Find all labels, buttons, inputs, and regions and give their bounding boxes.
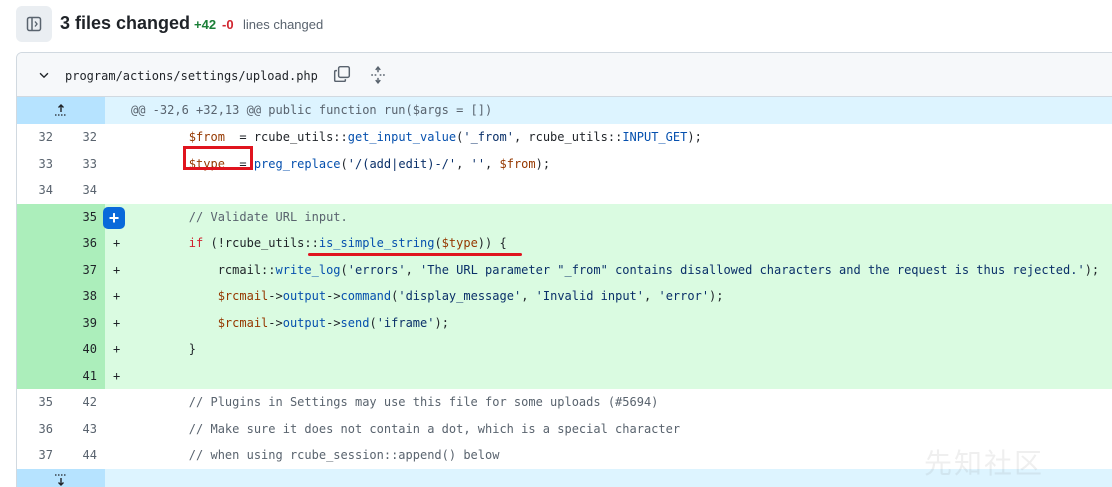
diff-toolbar: 3 files changed +42 -0 lines changed <box>0 0 1112 48</box>
line-number-old[interactable] <box>17 204 61 231</box>
copy-icon[interactable] <box>333 65 351 83</box>
file-path[interactable]: program/actions/settings/upload.php <box>65 69 318 83</box>
line-number-new[interactable]: 36 <box>61 230 105 257</box>
code-line: // Make sure it does not contain a dot, … <box>188 421 681 436</box>
expand-down-icon <box>55 473 67 486</box>
line-number-new[interactable]: 33 <box>61 151 105 178</box>
code-line: rcmail::write_log('errors', 'The URL par… <box>131 262 1100 277</box>
line-number-new[interactable]: 37 <box>61 257 105 284</box>
expand-up-button[interactable] <box>17 97 105 124</box>
line-number-new[interactable]: 35 <box>61 204 105 231</box>
line-number-new[interactable]: 43 <box>61 416 105 443</box>
line-number-old[interactable]: 32 <box>17 124 61 151</box>
line-number-old[interactable] <box>17 257 61 284</box>
line-number-old[interactable] <box>17 363 61 390</box>
diff-line-added[interactable]: 35 + // Validate URL input. <box>17 203 1112 231</box>
diff-line-added[interactable]: 37 + rcmail::write_log('errors', 'The UR… <box>17 256 1112 284</box>
diff-table: @@ -32,6 +32,13 @@ public function run($… <box>17 97 1112 487</box>
line-number-old[interactable]: 36 <box>17 416 61 443</box>
line-number-old[interactable]: 35 <box>17 389 61 416</box>
diff-marker: + <box>113 262 121 277</box>
diff-line[interactable]: 35 42 // Plugins in Settings may use thi… <box>17 389 1112 416</box>
diff-line-added[interactable]: 38 + $rcmail->output->command('display_m… <box>17 283 1112 310</box>
diff-marker: + <box>113 315 121 330</box>
line-number-new[interactable]: 38 <box>61 283 105 310</box>
code-line: // when using rcube_session::append() be… <box>188 448 500 462</box>
code-line: $rcmail->output->command('display_messag… <box>217 289 724 303</box>
code-line: // Validate URL input. <box>188 209 348 224</box>
line-number-old[interactable]: 34 <box>17 177 61 204</box>
expand-all-icon[interactable] <box>369 66 387 84</box>
code-line: // Plugins in Settings may use this file… <box>188 395 659 409</box>
line-number-old[interactable] <box>17 336 61 363</box>
additions-count: +42 <box>194 17 217 32</box>
hunk-header-text: @@ -32,6 +32,13 @@ public function run($… <box>131 103 493 117</box>
expand-down-button[interactable] <box>17 468 105 487</box>
chevron-down-icon[interactable] <box>37 68 51 82</box>
line-number-old[interactable] <box>17 310 61 337</box>
diff-line[interactable]: 32 32 $from = rcube_utils::get_input_val… <box>17 124 1112 151</box>
diff-marker: + <box>113 236 121 250</box>
line-number-new[interactable]: 41 <box>61 363 105 390</box>
line-number-old[interactable] <box>17 283 61 310</box>
deletions-count: -0 <box>222 17 234 32</box>
diff-line[interactable]: 36 43 // Make sure it does not contain a… <box>17 415 1112 443</box>
files-changed-count: 3 files changed <box>60 13 191 33</box>
sidebar-toggle-button[interactable] <box>16 6 52 42</box>
diff-marker: + <box>113 342 121 356</box>
file-header: program/actions/settings/upload.php <box>17 53 1112 97</box>
highlight-underline-annotation <box>308 253 522 256</box>
line-number-new[interactable]: 44 <box>61 442 105 469</box>
line-number-new[interactable]: 34 <box>61 177 105 204</box>
line-number-old[interactable] <box>17 230 61 257</box>
code-line: $rcmail->output->send('iframe'); <box>217 315 449 330</box>
line-number-old[interactable]: 33 <box>17 151 61 178</box>
code-line: } <box>131 342 197 356</box>
sidebar-expand-icon <box>26 16 42 32</box>
diff-marker: + <box>113 368 121 383</box>
highlight-box-annotation <box>183 146 253 170</box>
line-number-new[interactable]: 39 <box>61 310 105 337</box>
diff-line-added[interactable]: 40 + } <box>17 336 1112 363</box>
add-comment-button[interactable]: + <box>103 206 125 229</box>
expand-up-icon <box>55 104 67 116</box>
diff-line-added[interactable]: 36 + if (!rcube_utils::is_simple_string(… <box>17 230 1112 257</box>
line-number-new[interactable]: 42 <box>61 389 105 416</box>
watermark-logo: 先知社区 <box>924 447 1045 480</box>
diff-line[interactable]: 33 33 $type = preg_replace('/(add|edit)-… <box>17 150 1112 178</box>
line-number-new[interactable]: 32 <box>61 124 105 151</box>
line-number-old[interactable]: 37 <box>17 442 61 469</box>
hunk-header-row: @@ -32,6 +32,13 @@ public function run($… <box>17 97 1112 124</box>
diff-line-added[interactable]: 39 + $rcmail->output->send('iframe'); <box>17 309 1112 337</box>
diff-line[interactable]: 34 34 <box>17 177 1112 204</box>
lines-changed-label: lines changed <box>243 17 324 32</box>
diff-line-added[interactable]: 41 + <box>17 362 1112 390</box>
file-diff-panel: program/actions/settings/upload.php @@ -… <box>16 52 1112 487</box>
line-number-new[interactable]: 40 <box>61 336 105 363</box>
diff-marker: + <box>113 289 121 303</box>
